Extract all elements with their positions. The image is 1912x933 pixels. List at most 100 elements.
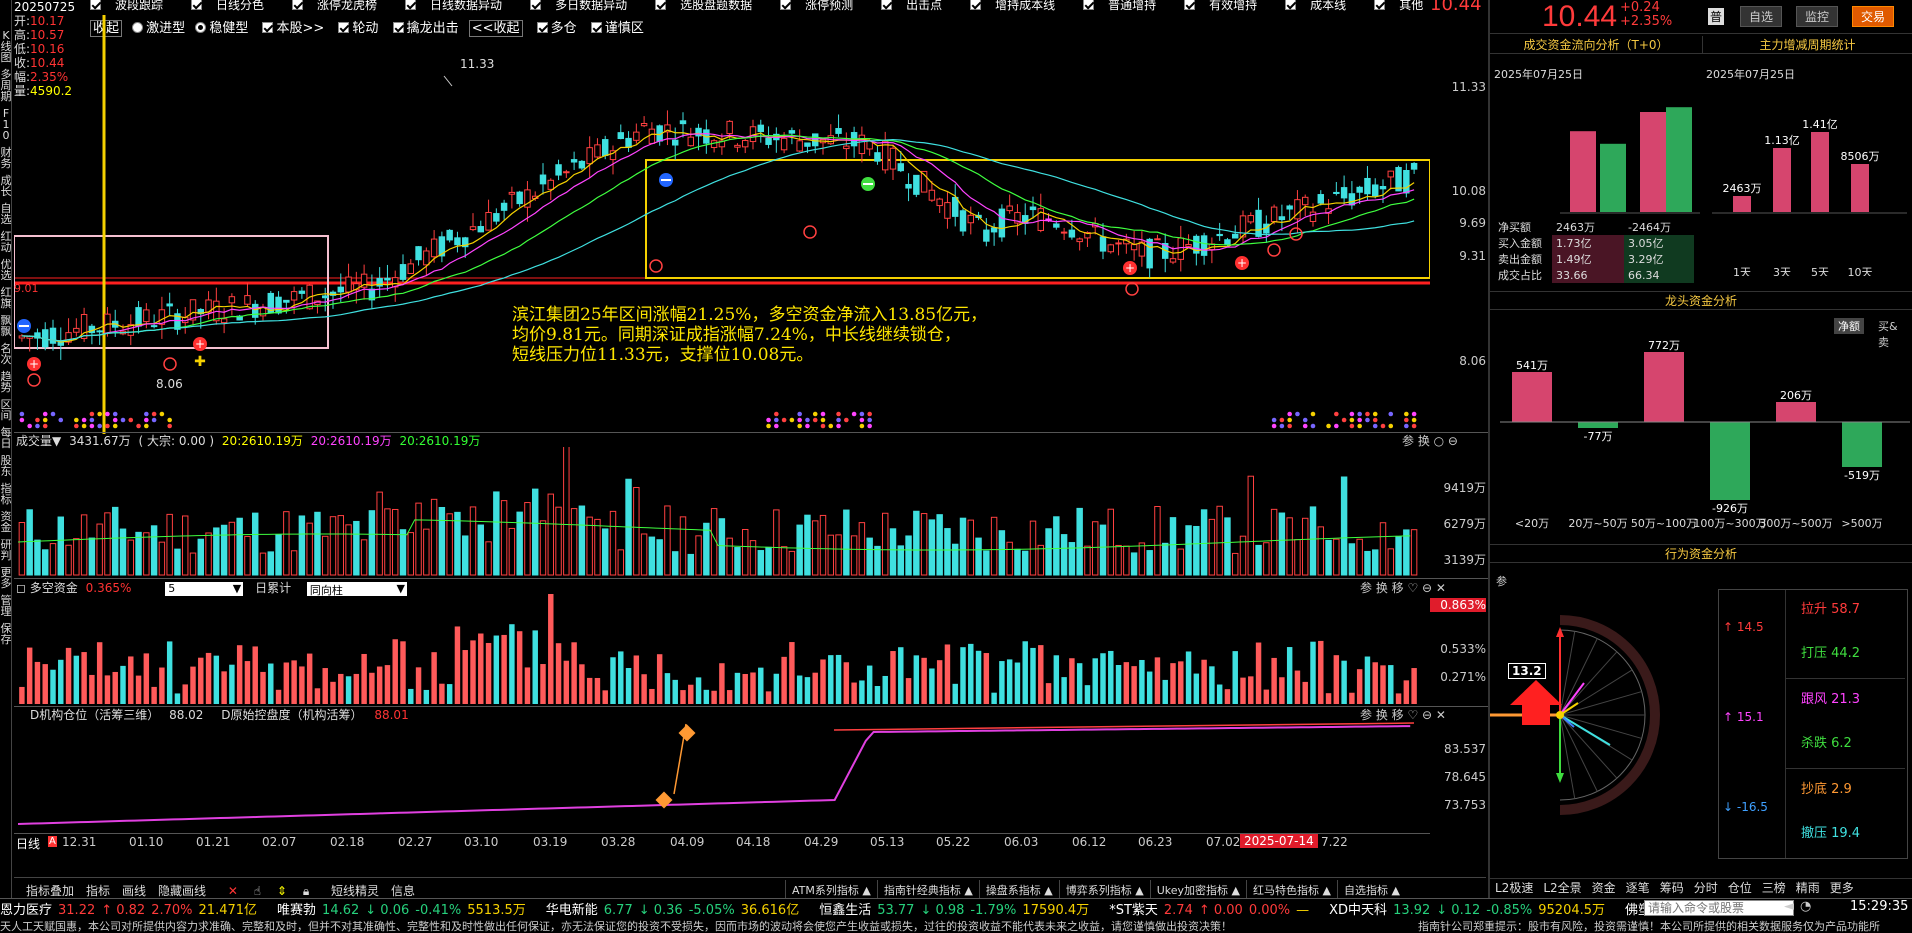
fund-bar <box>229 664 235 704</box>
rail-item[interactable]: 红旗 <box>0 287 12 309</box>
volume-bar <box>983 550 990 576</box>
volume-bar <box>252 512 259 576</box>
sell-signal-icon <box>803 225 817 239</box>
fund-chart[interactable] <box>14 594 1430 706</box>
kline-chart[interactable]: + + + + ✚ <box>14 0 1430 434</box>
volume-bar <box>594 518 601 576</box>
rail-item[interactable]: K线图 <box>0 30 12 63</box>
fund-bar <box>376 666 383 704</box>
analysis-annotation: 滨江集团25年区间涨幅21.25%，多空资金净流入13.85亿元， 均价9.81… <box>512 305 988 365</box>
rail-item[interactable]: 自选 <box>0 203 12 225</box>
chevron-down-icon: ▼ <box>232 581 242 595</box>
indicator-menu[interactable]: Ukey加密指标 ▲ <box>1149 880 1246 900</box>
ticker-item[interactable]: *ST紫天 2.74 ↑ 0.00 0.00% — <box>1109 899 1315 918</box>
rail-item[interactable]: 多周期 <box>0 69 12 102</box>
ticker-item[interactable]: 华电新能 6.77 ↓ 0.36 -5.05% 36.616亿 <box>546 899 805 918</box>
volume-bar <box>322 535 329 576</box>
volume-bar <box>415 502 422 576</box>
cycle-label: 5天 <box>1811 266 1829 276</box>
speaker-icon[interactable]: ◄ <box>1784 899 1794 914</box>
indicator-menu[interactable]: 操盘系指标 ▲ <box>978 880 1059 900</box>
date-tick: 03.19 <box>533 835 568 849</box>
rail-item[interactable]: 趋势 <box>0 371 12 393</box>
fund-bar <box>1038 645 1044 704</box>
flow-table-row: 净买额 2463万 -2464万 <box>1498 221 1671 234</box>
right-tab[interactable]: 分时 <box>1689 881 1723 895</box>
volume-bar <box>430 498 438 576</box>
volume-bar <box>1302 517 1309 576</box>
price-axis-label: 9.31 <box>1459 249 1486 263</box>
rail-item[interactable]: 指标 <box>0 483 12 505</box>
right-tab[interactable]: L2全景 <box>1538 881 1586 895</box>
watchlist-button[interactable]: 自选 <box>1740 6 1783 27</box>
rail-item[interactable]: 更多 <box>0 567 12 589</box>
right-tab[interactable]: 精雨 <box>1791 881 1825 895</box>
rail-item[interactable]: 成长 <box>0 175 12 197</box>
rail-item[interactable]: 管理 <box>0 595 12 617</box>
volume-bar <box>672 551 679 576</box>
indicator-menu[interactable]: 指南针经典指标 ▲ <box>876 880 979 900</box>
dragon-category: >500万 <box>1841 517 1882 530</box>
fund-bar <box>828 655 834 704</box>
fund-bar <box>50 669 56 704</box>
rail-item[interactable]: 飘飘 <box>0 315 12 337</box>
volume-bar <box>1263 542 1270 576</box>
command-input[interactable] <box>1644 900 1794 916</box>
inst-chart[interactable] <box>14 720 1430 832</box>
fund-bar <box>345 676 352 704</box>
right-tab[interactable]: 筹码 <box>1655 881 1689 895</box>
rail-item[interactable]: 资金 <box>0 511 12 533</box>
volume-bar <box>944 528 951 576</box>
indicator-menu[interactable]: 自选指标 ▲ <box>1336 880 1406 900</box>
date-tick: 01.21 <box>196 835 231 849</box>
right-tab[interactable]: 更多 <box>1825 881 1859 895</box>
right-tab[interactable]: 三榜 <box>1757 881 1791 895</box>
indicator-menu[interactable]: 红马特色指标 ▲ <box>1246 880 1337 900</box>
rail-item[interactable]: 区间 <box>0 399 12 421</box>
fund-bar <box>1341 660 1347 704</box>
behavior-item: 撤压 19.4 <box>1801 826 1861 841</box>
fund-bar <box>96 642 103 704</box>
sell-signal-icon <box>1267 243 1281 257</box>
ticker-item[interactable]: 恒鑫生活 53.77 ↓ 0.98 -1.79% 17590.4万 <box>819 899 1095 918</box>
rail-item[interactable]: 优选 <box>0 259 12 281</box>
monitor-button[interactable]: 监控 <box>1796 6 1839 27</box>
ticker-item[interactable]: 唯赛勃 14.62 ↓ 0.06 -0.41% 5513.5万 <box>277 899 532 918</box>
fund-bar <box>439 683 445 704</box>
volume-bar <box>345 524 352 576</box>
volume-title[interactable]: 成交量▼ <box>16 434 61 448</box>
date-tick: 06.03 <box>1004 835 1039 849</box>
fund-bar <box>260 671 266 704</box>
fund-bar <box>1014 662 1021 704</box>
indicator-menu[interactable]: ATM系列指标 ▲ <box>785 880 877 900</box>
ticker-item[interactable]: XD中天科 13.92 ↓ 0.12 -0.85% 95204.5万 <box>1329 899 1611 918</box>
ticker-item[interactable]: 恩力医疗 31.22 ↑ 0.82 2.70% 21.471亿 <box>0 899 263 918</box>
rail-item[interactable]: 名次 <box>0 343 12 365</box>
volume-bar <box>119 528 127 576</box>
period-label[interactable]: 日线 <box>16 835 40 852</box>
rail-item[interactable]: 红动 <box>0 231 12 253</box>
rail-item[interactable]: 保存 <box>0 623 12 645</box>
rail-item[interactable]: 研判 <box>0 539 12 561</box>
right-tab[interactable]: 仓位 <box>1723 881 1757 895</box>
rail-item[interactable]: 股东 <box>0 455 12 477</box>
volume-chart[interactable] <box>14 447 1430 577</box>
fund-bar <box>711 690 717 704</box>
volume-bar <box>835 534 842 576</box>
fund-bar <box>1170 663 1176 704</box>
volume-bar <box>477 524 484 576</box>
right-tab[interactable]: 逐笔 <box>1621 881 1655 895</box>
signal-dot <box>805 423 810 429</box>
volume-bar <box>353 520 360 576</box>
dragon-value: 541万 <box>1516 359 1548 372</box>
rail-item[interactable]: F10 <box>0 108 12 141</box>
indicator-menu[interactable]: 博弈系列指标 ▲ <box>1058 880 1150 900</box>
right-tab[interactable]: 资金 <box>1587 881 1621 895</box>
signal-dot <box>1287 417 1292 423</box>
rail-item[interactable]: 每日 <box>0 427 12 449</box>
trade-button[interactable]: 交易 <box>1852 6 1895 27</box>
volume-bar <box>1224 517 1231 576</box>
fund-bar <box>423 689 430 704</box>
rail-item[interactable]: 财务 <box>0 147 12 169</box>
right-tab[interactable]: L2极速 <box>1490 881 1538 895</box>
